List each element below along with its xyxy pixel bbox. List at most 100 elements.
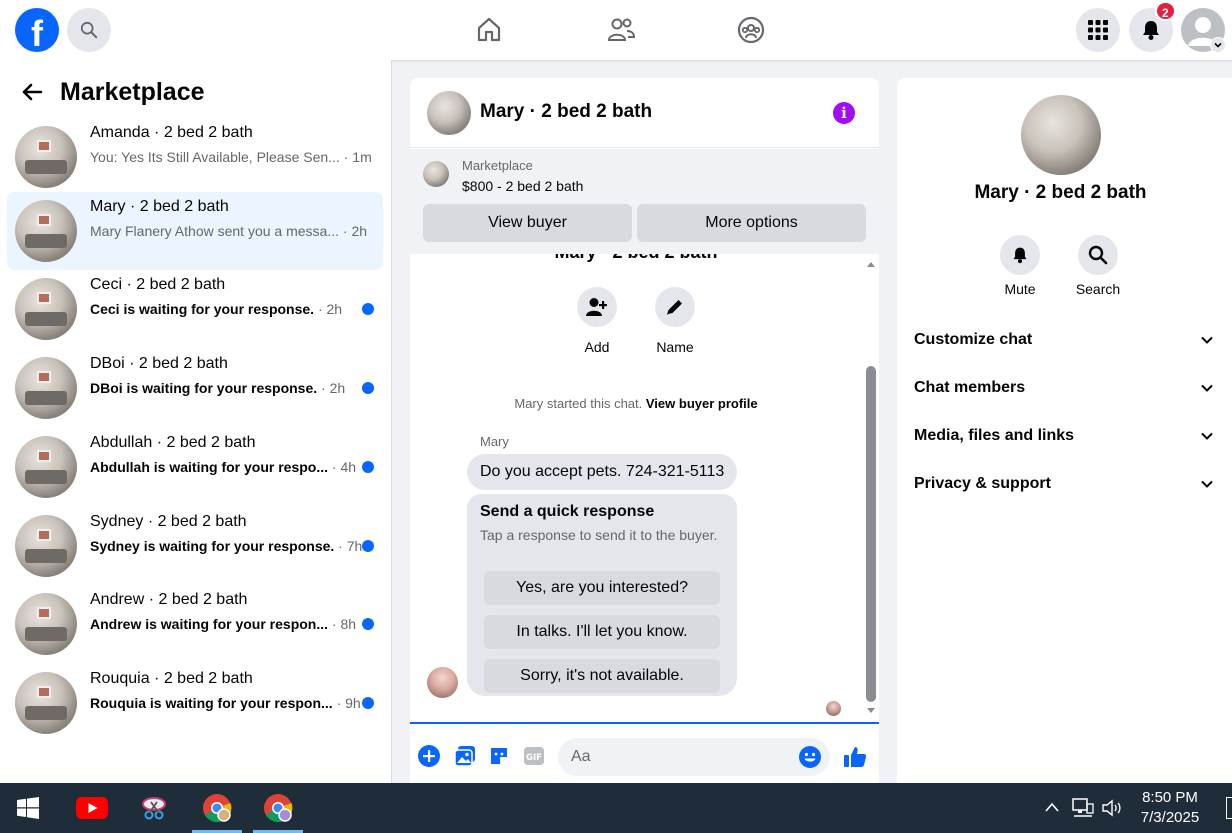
- quick-response-title: Send a quick response: [480, 503, 655, 520]
- conversation-item[interactable]: Mary · 2 bed 2 bath Mary Flanery Athow se…: [7, 192, 383, 270]
- thumbs-up-icon[interactable]: [843, 745, 867, 769]
- menu-button[interactable]: [1076, 8, 1120, 52]
- groups-tab[interactable]: [733, 12, 769, 48]
- mute-action[interactable]: Mute: [990, 235, 1050, 297]
- network-icon[interactable]: [1072, 798, 1094, 818]
- quick-reply-button[interactable]: Sorry, it's not available.: [484, 659, 720, 693]
- details-title: Mary · 2 bed 2 bath: [974, 182, 1147, 203]
- facebook-logo[interactable]: f: [15, 8, 59, 52]
- plus-circle-icon[interactable]: [418, 745, 440, 767]
- message-input[interactable]: Aa: [558, 738, 830, 776]
- quick-reply-button[interactable]: In talks. I'll let you know.: [484, 615, 720, 649]
- conversation-item[interactable]: Abdullah · 2 bed 2 bath Abdullah is waiti…: [7, 428, 383, 506]
- message-thread[interactable]: Mary · 2 bed 2 bath Add Name Mary starte…: [410, 254, 879, 722]
- listing-avatar: [15, 672, 77, 734]
- scissors-icon: [142, 797, 166, 820]
- chat-started-notice: Mary started this chat. View buyer profi…: [410, 396, 862, 411]
- conversation-preview: Sydney is waiting for your response. · 7…: [90, 538, 362, 554]
- listing-avatar: [15, 515, 77, 577]
- unread-dot: [362, 540, 374, 552]
- preview-time: · 4h: [328, 459, 357, 475]
- chat-avatar[interactable]: [427, 91, 471, 135]
- conversation-item[interactable]: Ceci · 2 bed 2 bath Ceci is waiting for y…: [7, 270, 383, 348]
- top-navigation-bar: f 2: [0, 0, 1232, 60]
- groups-icon: [737, 16, 765, 44]
- details-section-label: Privacy & support: [914, 475, 1051, 492]
- message-input-placeholder: Aa: [571, 748, 591, 765]
- conversation-item[interactable]: DBoi · 2 bed 2 bath DBoi is waiting for y…: [7, 349, 383, 427]
- unread-dot: [362, 382, 374, 394]
- chat-window: Mary · 2 bed 2 bath i Marketplace $800 -…: [410, 78, 879, 783]
- clock-date: 7/3/2025: [1140, 809, 1200, 826]
- info-icon[interactable]: i: [833, 102, 855, 124]
- details-section-row[interactable]: Media, files and links: [914, 417, 1214, 457]
- youtube-taskbar-app[interactable]: [67, 783, 117, 833]
- search-in-chat-action[interactable]: Search: [1068, 235, 1128, 297]
- back-arrow-icon[interactable]: [20, 80, 44, 104]
- system-clock[interactable]: 8:50 PM 7/3/2025: [1130, 788, 1210, 828]
- preview-time: · 2h: [339, 223, 368, 239]
- chrome-profile-taskbar-app[interactable]: [253, 783, 303, 833]
- photo-icon[interactable]: [454, 745, 476, 767]
- details-section-label: Chat members: [914, 379, 1026, 396]
- preview-text: Sydney is waiting for your response.: [90, 538, 335, 554]
- add-people-action[interactable]: Add: [567, 287, 627, 355]
- conversation-item[interactable]: Sydney · 2 bed 2 bath Sydney is waiting f…: [7, 507, 383, 585]
- conversation-name: Rouquia · 2 bed 2 bath: [90, 670, 253, 687]
- emoji-icon[interactable]: [799, 746, 821, 768]
- start-button[interactable]: [3, 783, 53, 833]
- unread-dot: [362, 697, 374, 709]
- more-options-button[interactable]: More options: [637, 204, 866, 242]
- gif-icon[interactable]: GIF: [523, 746, 545, 766]
- chrome-icon: [264, 794, 293, 823]
- snipping-tool-taskbar-app[interactable]: [129, 783, 179, 833]
- sender-avatar[interactable]: [427, 667, 458, 698]
- conversation-item[interactable]: Andrew · 2 bed 2 bath Andrew is waiting f…: [7, 585, 383, 663]
- chevron-down-icon: [1201, 480, 1213, 488]
- chrome-icon: [203, 794, 232, 823]
- quick-response-card: Send a quick response Tap a response to …: [467, 494, 737, 696]
- chevron-down-icon: [1201, 432, 1213, 440]
- listing-thumbnail[interactable]: [423, 161, 449, 187]
- view-buyer-profile-link[interactable]: View buyer profile: [646, 396, 758, 411]
- details-section-row[interactable]: Chat members: [914, 369, 1214, 409]
- preview-text: DBoi is waiting for your response.: [90, 380, 318, 396]
- friends-tab[interactable]: [603, 12, 639, 48]
- details-section-row[interactable]: Privacy & support: [914, 465, 1214, 505]
- chat-title[interactable]: Mary · 2 bed 2 bath: [480, 101, 652, 123]
- scroll-down-arrow-icon[interactable]: [866, 707, 876, 715]
- conversation-preview: You: Yes Its Still Available, Please Sen…: [90, 149, 372, 165]
- notification-center-button[interactable]: [1226, 797, 1232, 819]
- listing-price-title[interactable]: $800 - 2 bed 2 bath: [462, 178, 583, 194]
- home-tab[interactable]: [471, 12, 507, 48]
- details-avatar[interactable]: [1021, 95, 1101, 175]
- conversation-item[interactable]: Amanda · 2 bed 2 bath You: Yes Its Still …: [7, 118, 383, 196]
- unread-dot: [362, 303, 374, 315]
- sticker-icon[interactable]: [488, 745, 510, 767]
- mute-label: Mute: [1004, 281, 1036, 297]
- incoming-message-bubble[interactable]: Do you accept pets. 724-321-5113: [467, 454, 738, 490]
- conversation-name: Sydney · 2 bed 2 bath: [90, 513, 247, 530]
- conversation-name: Andrew · 2 bed 2 bath: [90, 591, 248, 608]
- view-buyer-button[interactable]: View buyer: [423, 204, 632, 242]
- conversation-item[interactable]: Rouquia · 2 bed 2 bath Rouquia is waiting…: [7, 664, 383, 742]
- details-section-row[interactable]: Customize chat: [914, 321, 1214, 361]
- quick-reply-button[interactable]: Yes, are you interested?: [484, 571, 720, 605]
- chrome-taskbar-app[interactable]: [192, 783, 242, 833]
- page-title: Marketplace: [60, 77, 205, 106]
- scroll-up-arrow-icon[interactable]: [866, 260, 876, 268]
- name-chat-action[interactable]: Name: [645, 287, 705, 355]
- preview-time: · 2h: [317, 380, 346, 396]
- show-hidden-icons-chevron-icon[interactable]: [1044, 801, 1060, 813]
- pencil-icon: [667, 300, 682, 315]
- add-label: Add: [584, 339, 610, 355]
- account-menu-chevron[interactable]: [1210, 37, 1226, 53]
- grid-menu-icon: [1088, 20, 1108, 40]
- thread-scrollbar[interactable]: [863, 254, 879, 722]
- volume-icon[interactable]: [1101, 798, 1125, 818]
- chevron-down-icon: [1214, 42, 1222, 48]
- message-composer: GIF Aa: [410, 722, 879, 783]
- scrollbar-thumb[interactable]: [866, 366, 876, 702]
- search-button[interactable]: [67, 8, 111, 52]
- preview-text: Mary Flanery Athow sent you a messa...: [90, 223, 339, 239]
